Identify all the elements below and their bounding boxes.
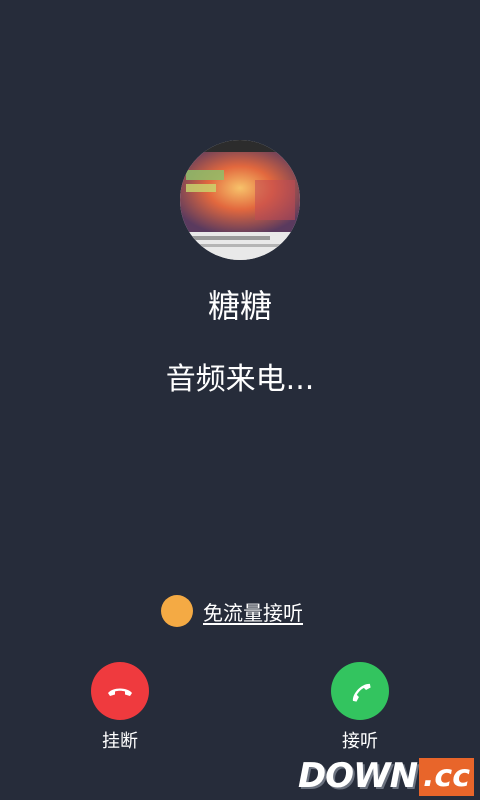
hangup-control: 挂断 [90, 662, 150, 754]
incoming-call-screen: 糖糖 音频来电... 免流量接听 挂断 接听 DOWN .cc [0, 0, 480, 800]
free-data-dot-icon [161, 595, 193, 627]
free-data-answer-link[interactable]: 免流量接听 [161, 594, 303, 628]
phone-hangup-icon [108, 688, 132, 696]
answer-label: 接听 [342, 731, 378, 752]
hangup-button[interactable] [91, 662, 149, 720]
caller-name: 糖糖 [207, 287, 272, 325]
watermark-main: DOWN [297, 756, 418, 796]
caller-avatar [180, 140, 300, 260]
phone-answer-icon [352, 683, 371, 702]
call-status: 音频来电... [165, 362, 315, 397]
avatar-image [180, 140, 300, 260]
site-watermark-logo: DOWN .cc [298, 756, 474, 796]
answer-button[interactable] [331, 662, 389, 720]
watermark-suffix: .cc [419, 758, 474, 796]
free-data-answer-label: 免流量接听 [203, 600, 303, 625]
hangup-label: 挂断 [102, 731, 138, 752]
answer-control: 接听 [330, 662, 390, 754]
